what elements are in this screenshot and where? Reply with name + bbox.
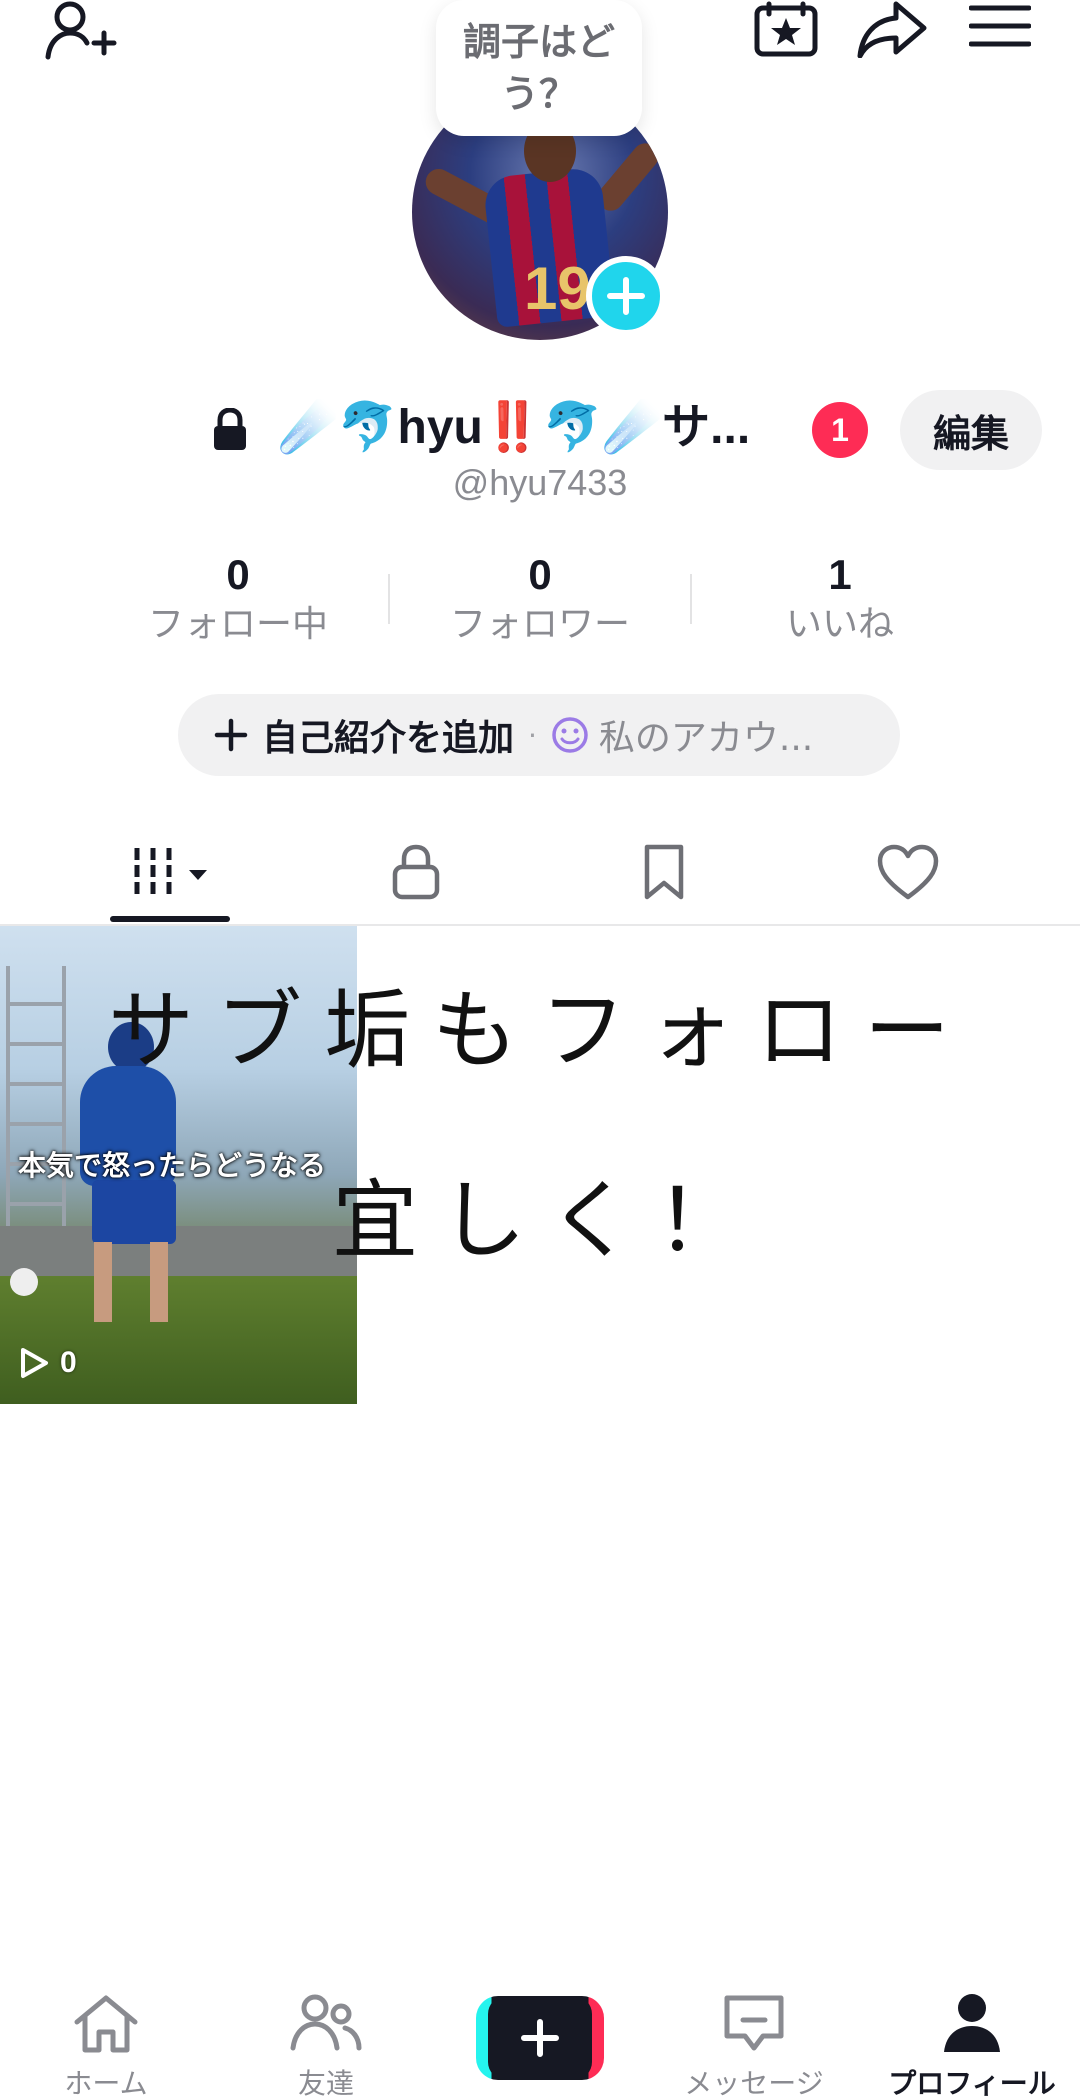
smile-icon [552,717,588,753]
profile-name-row: ☄️🐬hyu‼️🐬☄️サ... 1 編集 [0,390,1080,470]
stat-value: 0 [226,551,250,598]
add-bio-label: 自己紹介を追加 [262,718,515,759]
stat-label: フォロー中 [147,604,328,645]
stat-value: 1 [828,551,852,598]
message-icon [724,1995,784,2051]
overlay-text-line-2: 宜しく！ [332,1171,764,1271]
thumbnail-scene [0,1276,357,1404]
lock-icon [392,844,440,900]
plus-icon [607,277,645,315]
thumbnail-scene [94,1242,112,1322]
nav-friends[interactable]: 友達 [226,1992,426,2096]
plus-icon [214,718,248,752]
play-icon [21,1348,48,1378]
heart-icon [877,844,939,900]
friends-icon [290,1994,362,2051]
bookmark-icon [644,844,684,900]
mood-status-bubble[interactable]: 調子はどう？ [436,0,642,136]
bottom-navigation: ホーム 友達 メッセージ プロフィール [0,1980,1080,2096]
add-bio-button[interactable]: 自己紹介を追加 · 私のアカウ... [178,694,900,776]
avatar-photo-detail: 19 [524,255,591,322]
overlay-text-line-1: サブ垢もフォロー [108,981,972,1081]
stat-label: フォロワー [449,604,630,645]
active-tab-indicator [110,916,230,922]
video-caption: 本気で怒ったらどうなる [18,1149,327,1182]
nav-label: 友達 [297,2067,354,2096]
create-button-inner [488,1996,592,2080]
stat-label: いいね [785,604,894,645]
nav-home[interactable]: ホーム [6,1992,206,2096]
thumbnail-scene [92,1180,176,1244]
nav-messages[interactable]: メッセージ [654,1992,854,2096]
stat-followers[interactable]: 0 フォロワー [390,548,690,648]
nav-profile[interactable]: プロフィール [872,1992,1072,2096]
view-count: 0 [18,1346,77,1380]
mood-prompt-text: 調子はどう？ [462,20,615,116]
stat-likes[interactable]: 1 いいね [690,548,990,648]
hamburger-menu-icon [969,5,1031,47]
private-lock-icon [214,408,246,450]
create-button[interactable] [476,1996,604,2080]
create-plus-icon [521,2019,559,2057]
home-icon [74,1995,138,2053]
favorites-button[interactable] [748,0,824,62]
tab-liked[interactable] [848,834,968,910]
calendar-star-icon [754,1,818,57]
username: @hyu7433 [452,462,628,503]
tab-private[interactable] [356,834,476,910]
stat-value: 0 [528,551,552,598]
display-name[interactable]: ☄️🐬hyu‼️🐬☄️サ... [278,392,798,464]
view-count-value: 0 [60,1346,77,1379]
edit-profile-button[interactable]: 編集 [900,390,1042,470]
nav-label: メッセージ [684,2067,824,2096]
separator-dot: · [528,718,537,752]
tab-saved[interactable] [604,834,724,910]
notification-badge[interactable]: 1 [812,402,868,458]
stat-divider [388,574,390,624]
thumbnail-scene [10,1268,38,1296]
add-person-icon [45,1,117,60]
stat-divider [690,574,692,624]
my-account-label: 私のアカウ... [598,718,814,759]
share-profile-button[interactable] [852,0,932,62]
nav-label: プロフィール [888,2067,1056,2096]
grid-icon [134,848,207,896]
add-avatar-story-button[interactable] [586,256,666,336]
thumbnail-scene [150,1242,168,1322]
share-arrow-icon [857,1,927,58]
stat-following[interactable]: 0 フォロー中 [88,548,388,648]
add-friend-button[interactable] [40,0,120,66]
nav-label: ホーム [64,2067,148,2096]
profile-icon [944,1994,1000,2052]
profile-stats: 0 フォロー中 0 フォロワー 1 いいね [0,548,1080,648]
tab-videos[interactable] [110,834,230,910]
profile-content-tabs [0,820,1080,926]
menu-button[interactable] [964,0,1036,56]
